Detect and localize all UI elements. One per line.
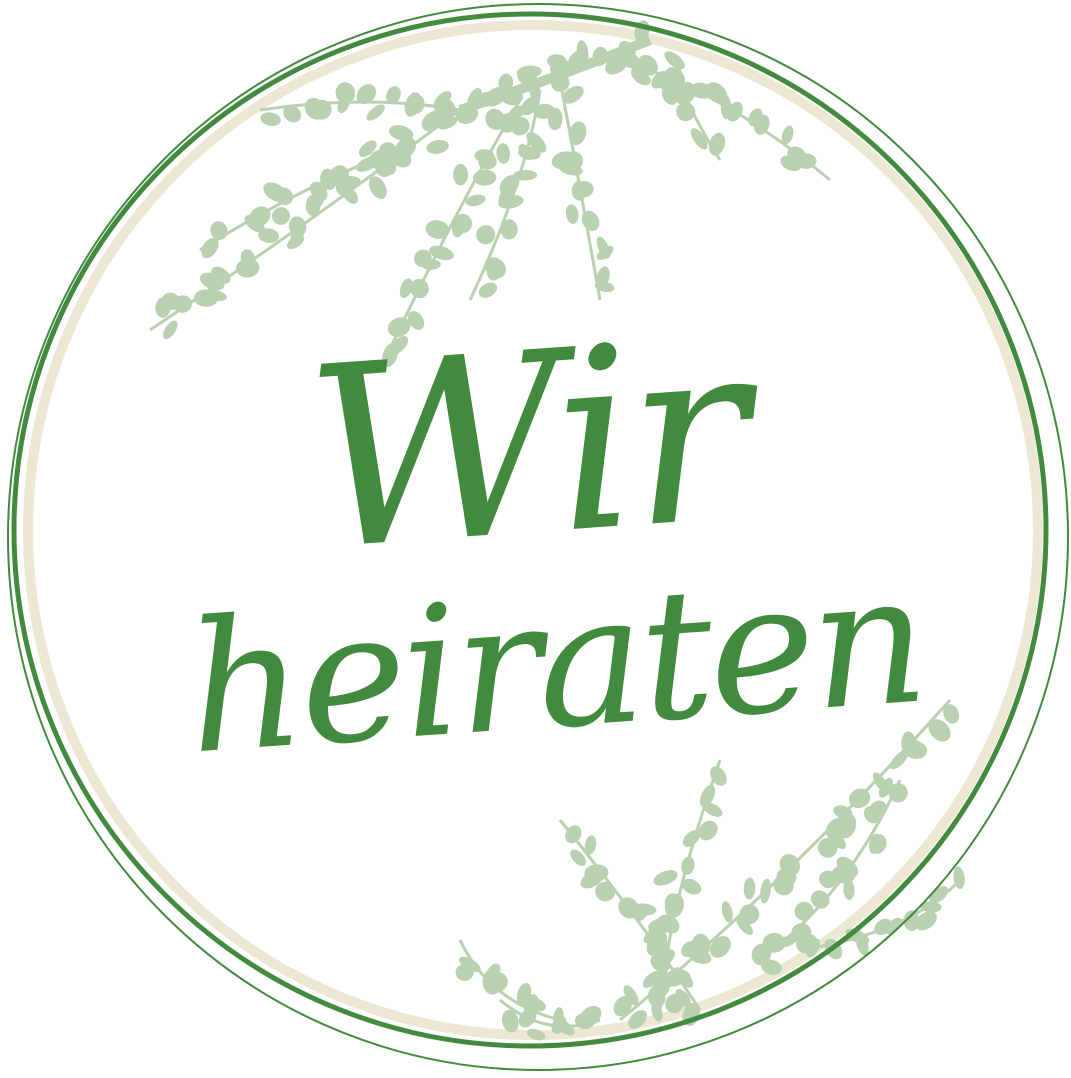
leaf [425, 220, 450, 239]
leaf [571, 180, 588, 201]
leaf [453, 163, 468, 186]
leaf [236, 258, 260, 278]
leaf [356, 84, 377, 105]
leaf [708, 132, 726, 156]
leaf [565, 204, 579, 224]
leaf [496, 143, 511, 164]
leaf [193, 289, 219, 307]
leaf [743, 877, 756, 900]
leaf [366, 104, 385, 121]
leaf [681, 856, 695, 875]
leaf [426, 139, 449, 154]
leaf [527, 1028, 546, 1041]
leaf [760, 878, 771, 904]
leaf [581, 210, 600, 231]
leaf [653, 870, 678, 886]
leaf [260, 112, 281, 127]
leaf [721, 901, 733, 923]
leaf [473, 169, 497, 186]
leaf [665, 969, 691, 984]
leaf [404, 92, 422, 117]
